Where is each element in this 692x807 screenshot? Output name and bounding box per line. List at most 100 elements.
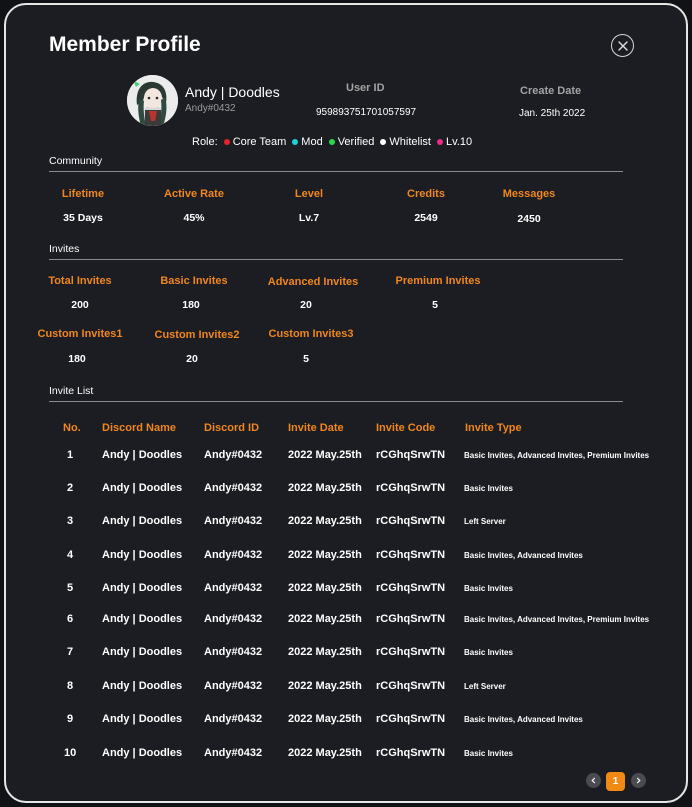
chevron-right-icon (636, 777, 641, 784)
cell-discord-name: Andy | Doodles (102, 713, 183, 725)
cell-no: 9 (67, 713, 74, 725)
table-row: 9 Andy | Doodles Andy#0432 2022 May.25th rCG… (6, 713, 686, 733)
cell-invite-date: 2022 May.25th (288, 613, 362, 625)
role-verified: Verified (337, 136, 375, 148)
display-name: Andy | Doodles (185, 84, 280, 100)
page-button-current[interactable]: 1 (606, 772, 625, 791)
stat-level-label: Level (294, 188, 324, 200)
cell-invite-code: rCGhqSrwTN (376, 582, 446, 594)
stat-credits-value: 2549 (414, 212, 438, 224)
stat-advanced-invites-value: 20 (300, 299, 312, 311)
section-divider (49, 171, 623, 172)
pagination (586, 773, 601, 788)
role-list: Role: Core Team Mod Verified Whitelist L… (192, 136, 472, 148)
stat-level-value: Lv.7 (298, 212, 320, 224)
cell-invite-code: rCGhqSrwTN (376, 680, 446, 692)
stat-credits-label: Credits (407, 188, 445, 200)
cell-invite-date: 2022 May.25th (288, 482, 362, 494)
stat-basic-invites-value: 180 (182, 299, 200, 311)
pagination-next (631, 773, 646, 788)
cell-invite-code: rCGhqSrwTN (376, 613, 446, 625)
stat-custom-invites3-label: Custom Invites3 (268, 328, 354, 340)
table-row: 2 Andy | Doodles Andy#0432 2022 May.25th rCG… (6, 482, 686, 502)
stat-custom-invites1-label: Custom Invites1 (37, 328, 123, 340)
cell-invite-type: Basic Invites, Advanced Invites, Premium… (464, 615, 650, 624)
col-header-no: No. (63, 422, 81, 434)
cell-discord-id: Andy#0432 (204, 747, 263, 759)
chevron-left-icon (591, 777, 596, 784)
create-date-label: Create Date (520, 85, 582, 97)
cell-invite-date: 2022 May.25th (288, 747, 362, 759)
cell-discord-name: Andy | Doodles (102, 582, 183, 594)
col-header-invite-type: Invite Type (465, 422, 522, 434)
discord-tag: Andy#0432 (185, 103, 236, 114)
cell-no: 5 (67, 582, 74, 594)
stat-active-rate-value: 45% (183, 212, 205, 224)
table-row: 4 Andy | Doodles Andy#0432 2022 May.25th rCG… (6, 549, 686, 569)
cell-discord-id: Andy#0432 (204, 449, 263, 461)
table-row: 5 Andy | Doodles Andy#0432 2022 May.25th rCG… (6, 582, 686, 602)
col-header-invite-code: Invite Code (376, 422, 436, 434)
table-row: 7 Andy | Doodles Andy#0432 2022 May.25th rCG… (6, 646, 686, 666)
cell-invite-date: 2022 May.25th (288, 680, 362, 692)
stat-messages-label: Messages (502, 188, 556, 200)
cell-invite-code: rCGhqSrwTN (376, 449, 446, 461)
cell-invite-type: Basic Invites (464, 484, 513, 493)
role-mod: Mod (301, 136, 323, 148)
cell-invite-code: rCGhqSrwTN (376, 713, 446, 725)
stat-premium-invites-label: Premium Invites (395, 275, 481, 287)
cell-discord-id: Andy#0432 (204, 646, 263, 658)
role-label: Role: (192, 136, 218, 148)
stat-custom-invites2-value: 20 (186, 353, 198, 365)
cell-discord-name: Andy | Doodles (102, 549, 183, 561)
cell-no: 3 (67, 515, 74, 527)
cell-no: 4 (67, 549, 74, 561)
cell-invite-type: Basic Invites, Advanced Invites (464, 715, 583, 724)
role-dot-icon (328, 139, 335, 145)
cell-discord-name: Andy | Doodles (102, 646, 183, 658)
cell-discord-name: Andy | Doodles (102, 747, 183, 759)
cell-invite-type: Basic Invites, Advanced Invites (464, 551, 583, 560)
prev-page-button[interactable] (586, 773, 601, 788)
table-row: 10 Andy | Doodles Andy#0432 2022 May.25th rC… (6, 747, 686, 767)
cell-invite-date: 2022 May.25th (288, 515, 362, 527)
col-header-discord-name: Discord Name (102, 422, 176, 434)
table-row: 6 Andy | Doodles Andy#0432 2022 May.25th rCG… (6, 613, 686, 633)
role-dot-icon (436, 139, 443, 145)
cell-discord-name: Andy | Doodles (102, 515, 183, 527)
stat-custom-invites2-label: Custom Invites2 (154, 329, 240, 341)
next-page-button[interactable] (631, 773, 646, 788)
table-row: 3 Andy | Doodles Andy#0432 2022 May.25th rCG… (6, 515, 686, 535)
cell-invite-date: 2022 May.25th (288, 582, 362, 594)
cell-no: 7 (67, 646, 74, 658)
stat-total-invites-label: Total Invites (48, 275, 112, 287)
cell-discord-name: Andy | Doodles (102, 680, 183, 692)
role-level: Lv.10 (445, 136, 473, 148)
cell-invite-date: 2022 May.25th (288, 549, 362, 561)
cell-invite-date: 2022 May.25th (288, 713, 362, 725)
stat-basic-invites-label: Basic Invites (160, 275, 228, 287)
role-core-team: Core Team (232, 136, 287, 148)
user-id-label: User ID (346, 82, 385, 94)
cell-invite-date: 2022 May.25th (288, 646, 362, 658)
cell-invite-type: Left Server (464, 517, 506, 526)
role-dot-icon (380, 139, 387, 145)
cell-invite-type: Left Server (464, 682, 506, 691)
cell-discord-name: Andy | Doodles (102, 613, 183, 625)
cell-invite-type: Basic Invites (464, 584, 513, 593)
community-section-title: Community (49, 155, 103, 167)
avatar (127, 75, 178, 126)
cell-invite-date: 2022 May.25th (288, 449, 362, 461)
cell-invite-type: Basic Invites (464, 648, 513, 657)
create-date-value: Jan. 25th 2022 (519, 108, 586, 119)
stat-lifetime-label: Lifetime (61, 188, 105, 200)
close-button[interactable] (611, 34, 634, 57)
cell-discord-id: Andy#0432 (204, 680, 263, 692)
role-whitelist: Whitelist (389, 136, 431, 148)
table-row: 8 Andy | Doodles Andy#0432 2022 May.25th rCG… (6, 680, 686, 700)
stat-custom-invites3-value: 5 (303, 353, 309, 365)
cell-discord-name: Andy | Doodles (102, 449, 183, 461)
cell-no: 2 (67, 482, 74, 494)
invite-list-section-title: Invite List (49, 385, 94, 397)
col-header-invite-date: Invite Date (288, 422, 344, 434)
